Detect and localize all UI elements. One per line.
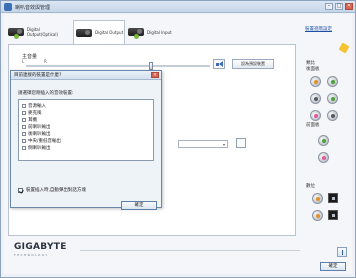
- option-label: 中央/重低音輸出: [28, 139, 62, 144]
- minimize-button[interactable]: –: [325, 3, 333, 10]
- main-ok-button[interactable]: 確定: [320, 262, 346, 271]
- left-channel-label: L: [22, 59, 25, 64]
- option-label: 麥克風: [28, 111, 42, 116]
- volume-slider-knob[interactable]: [149, 62, 154, 70]
- dialog-prompt: 請選擇您剛插入的音效裝置:: [18, 91, 74, 96]
- coaxial-jack-icon[interactable]: [312, 193, 323, 204]
- optical-port-icon[interactable]: [328, 210, 338, 220]
- device-detection-dialog: 目前連接的裝置是什麼? ✕ 請選擇您剛插入的音效裝置: 音源輸入 麥克風 耳機 …: [10, 70, 162, 210]
- window-title: 喇叭音效與管理: [15, 5, 51, 11]
- title-bar: 喇叭音效與管理 – □ ✕: [1, 1, 355, 13]
- option-label: 音源輸入: [28, 104, 46, 109]
- jack-front-green-icon[interactable]: [318, 135, 329, 146]
- option-label: 側喇叭輸出: [28, 146, 51, 151]
- tab-digital-input[interactable]: Digital Input: [128, 20, 178, 44]
- checkbox[interactable]: [22, 104, 26, 108]
- advanced-settings-link[interactable]: 裝置進階設定: [305, 26, 332, 32]
- speaker-app-icon: [4, 3, 12, 11]
- close-button[interactable]: ✕: [345, 3, 353, 10]
- brand-tagline: TECHNOLOGY: [14, 253, 49, 257]
- tab-label: Digital Output: [95, 30, 124, 35]
- tab-label: Digital Output(Optical): [26, 27, 59, 37]
- option-label: 前喇叭輸出: [28, 125, 51, 130]
- front-panel-label: 前面板: [306, 123, 320, 128]
- jack-green-icon[interactable]: [327, 93, 338, 104]
- auto-popup-label: 裝置插入時,自動彈出對話方塊: [26, 188, 86, 193]
- chevron-down-icon: ▾: [222, 142, 225, 147]
- master-volume-label: 主音量: [22, 54, 38, 60]
- status-dot-icon: [14, 34, 19, 39]
- dialog-close-button[interactable]: ✕: [151, 72, 159, 78]
- gigabyte-logo: GIGABYTE TECHNOLOGY: [14, 242, 74, 258]
- checkbox[interactable]: [22, 132, 26, 136]
- maximize-button[interactable]: □: [335, 3, 343, 10]
- checkbox[interactable]: [22, 111, 26, 115]
- tab-digital-output[interactable]: Digital Output: [73, 20, 125, 44]
- checkbox[interactable]: [22, 139, 26, 143]
- speaker-icon: [76, 28, 92, 37]
- dialog-title: 目前連接的裝置是什麼?: [11, 71, 161, 80]
- config-dropdown[interactable]: ▾: [178, 140, 228, 148]
- checkbox[interactable]: [22, 146, 26, 150]
- checkbox[interactable]: [22, 118, 26, 122]
- status-dot-icon: [134, 34, 139, 39]
- info-icon[interactable]: [337, 247, 347, 257]
- jack-pink-icon[interactable]: [310, 110, 321, 121]
- set-default-device-button[interactable]: 設為預設裝置: [232, 59, 274, 69]
- jack-front-pink-icon[interactable]: [318, 152, 329, 163]
- mute-button[interactable]: [213, 59, 225, 69]
- brand-name: GIGABYTE: [14, 242, 67, 252]
- device-tabs: Digital Output(Optical) Digital Output D…: [8, 20, 208, 44]
- digital-label: 數位: [306, 184, 315, 189]
- device-options-list: 音源輸入 麥克風 耳機 前喇叭輸出 後喇叭輸出 中央/重低音輸出 側喇叭輸出: [18, 99, 154, 161]
- edit-icon[interactable]: [236, 138, 246, 148]
- right-channel-label: R: [44, 59, 47, 64]
- option-rear-speaker[interactable]: 後喇叭輸出: [22, 131, 51, 137]
- jack-green-icon[interactable]: [327, 76, 338, 87]
- option-center-sub[interactable]: 中央/重低音輸出: [22, 138, 61, 144]
- checkbox-checked[interactable]: [18, 187, 23, 193]
- option-front-speaker[interactable]: 前喇叭輸出: [22, 124, 51, 130]
- jack-gray-icon[interactable]: [327, 110, 338, 121]
- option-microphone[interactable]: 麥克風: [22, 110, 42, 116]
- option-label: 耳機: [28, 118, 37, 123]
- option-side-speaker[interactable]: 側喇叭輸出: [22, 145, 51, 151]
- tab-digital-output-optical[interactable]: Digital Output(Optical): [8, 20, 72, 44]
- jack-gray-icon[interactable]: [310, 93, 321, 104]
- option-label: 後喇叭輸出: [28, 132, 51, 137]
- jack-orange-icon[interactable]: [310, 76, 321, 87]
- rear-panel-label: 後面板: [306, 67, 320, 72]
- coaxial-jack-icon[interactable]: [312, 210, 323, 221]
- checkbox[interactable]: [22, 125, 26, 129]
- footer-divider: [80, 250, 300, 251]
- optical-port-icon[interactable]: [328, 193, 338, 203]
- master-volume-slider[interactable]: [26, 65, 210, 67]
- option-headphones[interactable]: 耳機: [22, 117, 37, 123]
- auto-popup-checkbox[interactable]: 裝置插入時,自動彈出對話方塊: [18, 187, 86, 193]
- dialog-ok-button[interactable]: 確定: [121, 201, 157, 210]
- option-line-in[interactable]: 音源輸入: [22, 103, 46, 109]
- tab-label: Digital Input: [147, 29, 172, 35]
